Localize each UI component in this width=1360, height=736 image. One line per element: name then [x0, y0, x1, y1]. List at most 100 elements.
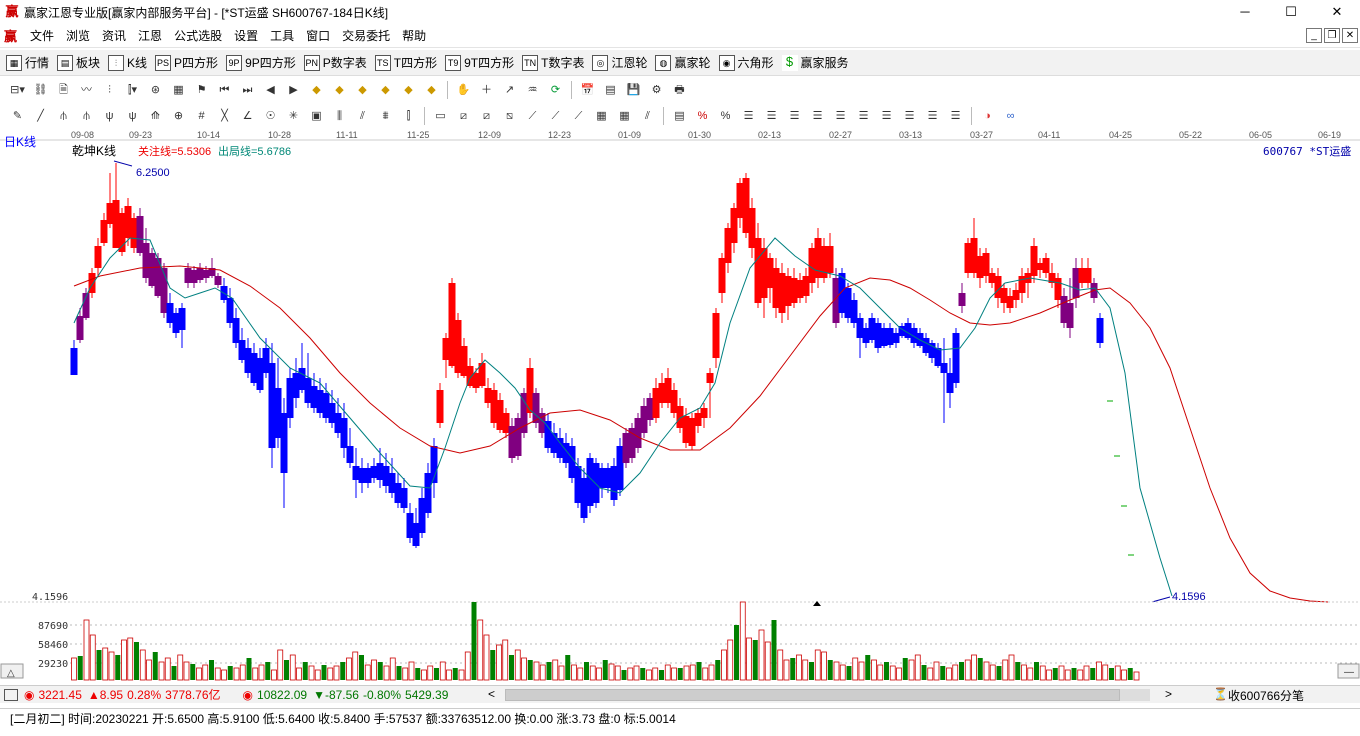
fork2-icon[interactable]: ⫛ [78, 107, 96, 125]
grid2-icon[interactable]: ▦ [593, 107, 611, 125]
period-dropdown-icon[interactable]: ⊟▾ [9, 81, 27, 99]
tb-winner-wheel-button[interactable]: ◍ 赢家轮 [655, 54, 711, 71]
diag4-icon[interactable]: ⟋ [524, 107, 542, 125]
slash-lines-icon[interactable]: ⫽ [639, 107, 657, 125]
fan-icon[interactable]: ⟰ [147, 107, 165, 125]
grid3-icon[interactable]: ▦ [616, 107, 634, 125]
refresh-icon[interactable]: ⟳ [547, 81, 565, 99]
diag3-icon[interactable]: ⧅ [501, 107, 519, 125]
channel-icon[interactable]: ⫽ [354, 107, 372, 125]
tb-9p-square-button[interactable]: 9P 9P四方形 [226, 54, 296, 71]
menu-file[interactable]: 文件 [24, 27, 60, 44]
close-button[interactable]: ✕ [1314, 0, 1360, 24]
menu-gann[interactable]: 江恩 [132, 27, 168, 44]
fib5-icon[interactable]: ☰ [832, 107, 850, 125]
diag2-icon[interactable]: ⧄ [478, 107, 496, 125]
fork3-icon[interactable]: ψ [101, 107, 119, 125]
tb-9t-square-button[interactable]: T9 9T四方形 [445, 54, 514, 71]
percent-icon[interactable]: % [717, 107, 735, 125]
tb-p-square-button[interactable]: PS P四方形 [155, 54, 218, 71]
diamond-zoom-in-icon[interactable]: ◆ [400, 81, 418, 99]
menu-help[interactable]: 帮助 [396, 27, 432, 44]
tools-icon[interactable]: ⚙ [648, 81, 666, 99]
crosshair-icon[interactable]: ＋ [478, 81, 496, 99]
last-page-icon[interactable]: ⏭ [239, 81, 257, 99]
fib10-icon[interactable]: ☰ [947, 107, 965, 125]
mdi-close-button[interactable]: ✕ [1342, 28, 1358, 43]
fib4-icon[interactable]: ☰ [809, 107, 827, 125]
menu-trade[interactable]: 交易委托 [336, 27, 396, 44]
wave-icon[interactable]: 〰 [78, 81, 96, 99]
pen-icon[interactable]: ✎ [9, 107, 27, 125]
fib8-icon[interactable]: ☰ [901, 107, 919, 125]
ladder-icon[interactable]: ⩩ [377, 107, 395, 125]
scroll-thumb[interactable] [505, 689, 1120, 701]
first-page-icon[interactable]: ⏮ [216, 81, 234, 99]
tb-hexagon-button[interactable]: ◉ 六角形 [718, 54, 774, 71]
line-icon[interactable]: ╱ [32, 107, 50, 125]
menu-news[interactable]: 资讯 [96, 27, 132, 44]
minimize-button[interactable]: ─ [1222, 0, 1268, 24]
fork4-icon[interactable]: ψ [124, 107, 142, 125]
infinity-icon[interactable]: ∞ [1002, 107, 1020, 125]
mdi-restore-button[interactable]: ❐ [1324, 28, 1340, 43]
maximize-button[interactable]: ☐ [1268, 0, 1314, 24]
candle-dropdown-icon[interactable]: ⫿▾ [124, 81, 142, 99]
menu-formula[interactable]: 公式选股 [168, 27, 228, 44]
diamond-up-icon[interactable]: ◆ [308, 81, 326, 99]
scroll-right-icon[interactable]: > [1165, 687, 1172, 701]
box-icon[interactable]: ▣ [308, 107, 326, 125]
fib-icon[interactable]: ☰ [740, 107, 758, 125]
calculator-icon[interactable] [4, 688, 18, 701]
kline-chart-svg[interactable]: 09-08 09-23 10-14 10-28 11-11 11-25 12-09 12-23… [0, 128, 1360, 684]
print-icon[interactable]: 🖶 [671, 81, 689, 99]
chart-style-icon[interactable]: ♒ [524, 81, 542, 99]
menu-browse[interactable]: 浏览 [60, 27, 96, 44]
angle-icon[interactable]: ∠ [239, 107, 257, 125]
diamond-zoom-out-icon[interactable]: ◆ [423, 81, 441, 99]
tb-p-number-button[interactable]: PN P数字表 [303, 54, 367, 71]
menu-settings[interactable]: 设置 [228, 27, 264, 44]
diag6-icon[interactable]: ⟋ [570, 107, 588, 125]
fib2-icon[interactable]: ☰ [763, 107, 781, 125]
fib7-icon[interactable]: ☰ [878, 107, 896, 125]
rect-icon[interactable]: ▭ [432, 107, 450, 125]
prev-icon[interactable]: ◀ [262, 81, 280, 99]
spiral-icon[interactable]: ☉ [262, 107, 280, 125]
bars-icon[interactable]: ⫶ [101, 81, 119, 99]
fib3-icon[interactable]: ☰ [786, 107, 804, 125]
save-icon[interactable]: 💾 [625, 81, 643, 99]
table2-icon[interactable]: ▤ [671, 107, 689, 125]
bars2-icon[interactable]: ⫼ [331, 107, 349, 125]
fork-icon[interactable]: ⫛ [55, 107, 73, 125]
star-icon[interactable]: ✳ [285, 107, 303, 125]
tb-kline-button[interactable]: ⫶ K线 [108, 54, 147, 71]
diamond-down-icon[interactable]: ◆ [331, 81, 349, 99]
tb-quotes-button[interactable]: ▦ 行情 [6, 54, 49, 71]
calendar-icon[interactable]: 📅 [579, 81, 597, 99]
hand-icon[interactable]: ✋ [455, 81, 473, 99]
fence-icon[interactable]: ⫿ [400, 107, 418, 125]
pattern-icon[interactable]: ⊛ [147, 81, 165, 99]
next-icon[interactable]: ▶ [285, 81, 303, 99]
link-icon[interactable]: ⛓ [32, 81, 50, 99]
tick-data-label[interactable]: 收600766分笔 [1228, 687, 1304, 704]
grid-icon[interactable]: ▦ [170, 81, 188, 99]
scroll-left-icon[interactable]: < [488, 687, 495, 701]
diag5-icon[interactable]: ⟋ [547, 107, 565, 125]
circle-grid-icon[interactable]: ⊕ [170, 107, 188, 125]
tb-gann-wheel-button[interactable]: ◎ 江恩轮 [592, 54, 647, 71]
status-scrollbar[interactable] [505, 689, 1150, 701]
tb-t-square-button[interactable]: TS T四方形 [374, 54, 437, 71]
flag-icon[interactable]: ⚑ [193, 81, 211, 99]
tb-sector-button[interactable]: ▤ 板块 [57, 54, 100, 71]
diamond-left-icon[interactable]: ◆ [354, 81, 372, 99]
diag-icon[interactable]: ⧄ [455, 107, 473, 125]
percent-off-icon[interactable]: % [694, 107, 712, 125]
tb-service-button[interactable]: $ 赢家服务 [781, 54, 849, 71]
cross-lines-icon[interactable]: ╳ [216, 107, 234, 125]
table-icon[interactable]: ▤ [602, 81, 620, 99]
color-wheel-icon[interactable]: ◑ [979, 107, 997, 125]
menu-tools[interactable]: 工具 [264, 27, 300, 44]
hash-icon[interactable]: # [193, 107, 211, 125]
